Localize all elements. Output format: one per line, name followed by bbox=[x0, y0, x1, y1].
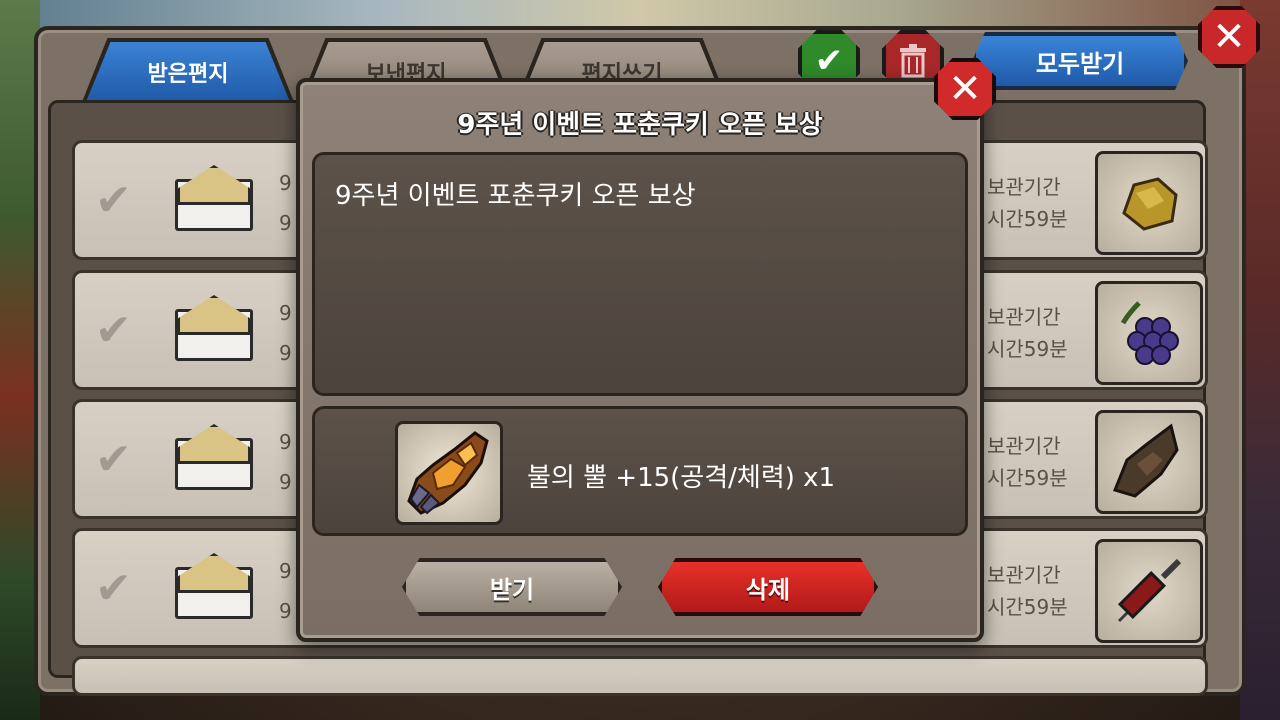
reward-box: 불의 뿔 +15(공격/체력) x1 bbox=[312, 406, 968, 536]
delete-button[interactable]: 삭제 bbox=[658, 558, 878, 616]
dialog-title: 9주년 이벤트 포춘쿠키 오픈 보상 bbox=[457, 110, 823, 140]
reward-name: 불의 뿔 +15(공격/체력) x1 bbox=[527, 463, 836, 493]
close-icon: ✕ bbox=[948, 66, 982, 112]
dialog-message-box: 9주년 이벤트 포춘쿠키 오픈 보상 bbox=[312, 152, 968, 396]
fire-horn-icon bbox=[395, 421, 503, 525]
dialog-message: 9주년 이벤트 포춘쿠키 오픈 보상 bbox=[335, 181, 696, 211]
receive-button[interactable]: 받기 bbox=[402, 558, 622, 616]
